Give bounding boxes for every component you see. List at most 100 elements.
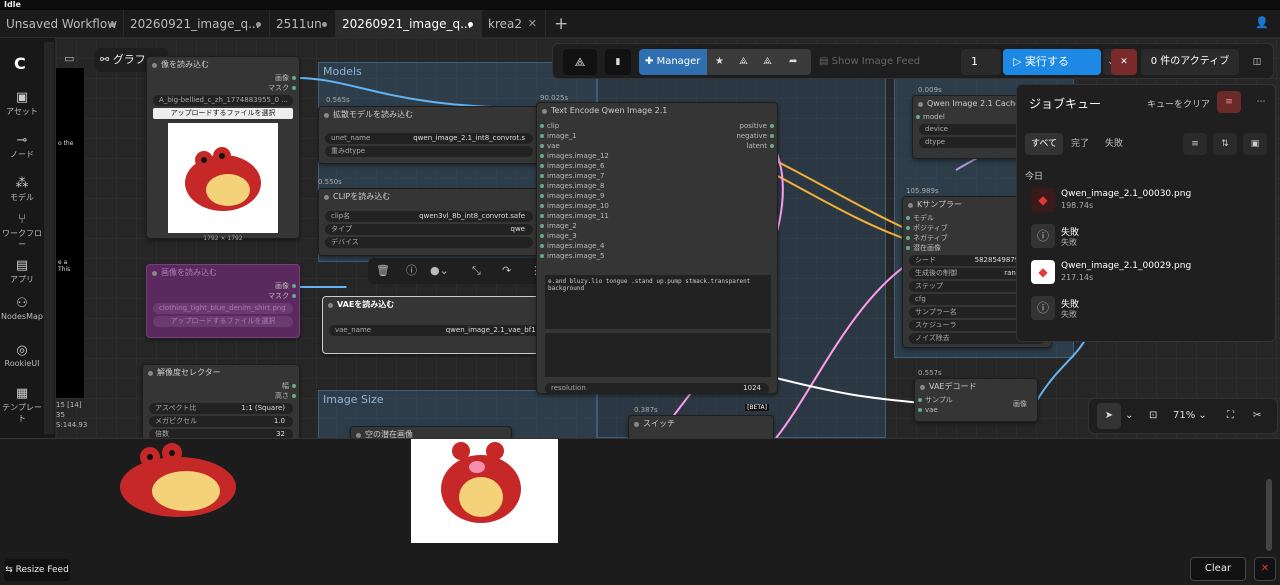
node-load-image-bypassed[interactable]: 画像を読み込む 画像 マスク clothing_tight_blue_denim…: [146, 264, 300, 338]
sidebar-item-nodesmap[interactable]: ⚇ NodesMap: [0, 296, 44, 321]
node-load-image[interactable]: 像を読み込む 画像 マスク A_big-bellied_c_zh_1774883…: [146, 56, 300, 242]
output-port-width[interactable]: 幅: [143, 381, 299, 391]
cancel-run-close-icon[interactable]: ✕: [1111, 49, 1137, 75]
pointer-icon[interactable]: ➤: [1097, 403, 1121, 429]
bookmark-icon[interactable]: ▮: [605, 49, 631, 75]
input-port-images-image-7[interactable]: images.image_7: [537, 171, 657, 181]
trash-icon[interactable]: 🗑: [376, 258, 390, 284]
link-visibility-icon[interactable]: ✂: [1253, 399, 1261, 433]
prompt-textarea-2[interactable]: [545, 333, 771, 377]
resize-feed-button[interactable]: ⇆ Resize Feed: [4, 559, 70, 581]
output-port-image[interactable]: 画像: [147, 73, 299, 83]
model-icon[interactable]: ⟁: [739, 49, 748, 75]
output-port-height[interactable]: 高さ: [143, 391, 299, 401]
user-icon[interactable]: 👤: [1255, 16, 1269, 30]
clip-type-widget[interactable]: タイプ qwe: [325, 224, 533, 235]
node-text-encode-qwen[interactable]: Text Encode Qwen Image 2.1 clip image_1 va…: [536, 102, 778, 394]
clip-name-widget[interactable]: clip名 qwen3vl_8b_int8_convrot.safe: [325, 211, 533, 222]
new-tab-plus-icon[interactable]: +: [554, 10, 568, 38]
tab-workflow-2[interactable]: 20260921_image_q...: [124, 10, 270, 38]
node-resolution-selector[interactable]: 解像度セレクター 幅 高さ アスペクト比 1:1 (Square) メガピクセル 1…: [142, 364, 300, 438]
image-file-select[interactable]: clothing_tight_blue_denim_shirt.png: [153, 303, 293, 314]
input-port-images-image-4[interactable]: images.image_4: [537, 241, 657, 251]
input-port-image-3[interactable]: image_3: [537, 231, 657, 241]
input-port-images-image-9[interactable]: images.image_9: [537, 191, 657, 201]
multiple-widget[interactable]: 倍数 32: [149, 429, 293, 438]
job-item[interactable]: ⓘ 失敗 失敗: [1031, 293, 1261, 325]
input-port-images-image-6[interactable]: images.image_6: [537, 161, 657, 171]
megapixel-widget[interactable]: メガピクセル 1.0: [149, 416, 293, 427]
resolution-widget[interactable]: resolution 1024: [545, 383, 769, 394]
manager-button[interactable]: ✚ Manager: [639, 49, 707, 75]
zoom-level[interactable]: 71% ⌄: [1173, 399, 1207, 433]
fit-view-icon[interactable]: ⊡: [1149, 399, 1157, 433]
feed-scrollbar[interactable]: [1266, 479, 1272, 551]
more-horizontal-icon[interactable]: ⋯: [1253, 91, 1269, 113]
clear-queue-button[interactable]: キューをクリア: [1147, 97, 1210, 110]
input-port-clip[interactable]: clip: [537, 121, 657, 131]
info-icon[interactable]: ⓘ: [406, 258, 417, 284]
tab-failed[interactable]: 失敗: [1105, 133, 1123, 155]
clear-queue-icon[interactable]: ≡: [1217, 91, 1241, 113]
filter-icon[interactable]: ≡: [1183, 133, 1207, 155]
node-vae-decode[interactable]: VAEデコード サンプル vae 画像: [914, 378, 1038, 422]
tab-completed[interactable]: 完了: [1071, 133, 1089, 155]
sidebar-scrollbar[interactable]: [44, 42, 54, 434]
redo-icon[interactable]: ↷: [502, 258, 511, 284]
close-feed-close-icon[interactable]: ✕: [1254, 557, 1276, 581]
output-port-latent[interactable]: latent: [677, 141, 777, 151]
close-icon[interactable]: ✕: [528, 10, 537, 38]
sidebar-item-apps[interactable]: ▤ アプリ: [0, 258, 44, 285]
sidebar-item-templates[interactable]: ▦ テンプレート: [0, 386, 44, 424]
input-port-image-2[interactable]: image_2: [537, 221, 657, 231]
comfy-logo-icon[interactable]: ⟁: [563, 49, 597, 75]
tab-2511un[interactable]: 2511un: [270, 10, 336, 38]
minimap-icon[interactable]: ⛶: [1227, 399, 1234, 433]
sidebar-item-rookieui[interactable]: ◎ RookieUI: [0, 343, 44, 368]
sort-icon[interactable]: ⇅: [1213, 133, 1237, 155]
node-load-diffusion-model[interactable]: 拡散モデルを読み込む unet_name qwen_image_2.1_int8_…: [318, 106, 540, 164]
node-load-clip[interactable]: CLIPを読み込む clip名 qwen3vl_8b_int8_convrot.s…: [318, 188, 540, 256]
node-empty-latent[interactable]: 空の潜在画像: [350, 426, 512, 438]
aspect-ratio-widget[interactable]: アスペクト比 1:1 (Square): [149, 403, 293, 414]
output-port-positive[interactable]: positive: [677, 121, 777, 131]
clip-device-widget[interactable]: デバイス: [325, 237, 533, 248]
node-switch[interactable]: スイッチ [BETA]: [628, 404, 774, 438]
feed-image-frog-2[interactable]: [411, 439, 558, 543]
tab-krea2[interactable]: krea2 ✕: [482, 10, 546, 38]
sidebar-item-nodes[interactable]: ⊸ ノード: [0, 133, 44, 160]
unet-name-widget[interactable]: unet_name qwen_image_2.1_int8_convrot.s: [325, 133, 533, 144]
color-picker-icon[interactable]: ●⌄: [430, 258, 449, 284]
input-port-vae[interactable]: vae: [537, 141, 657, 151]
job-item[interactable]: ⓘ 失敗 失敗: [1031, 221, 1261, 253]
feed-image-frog-1[interactable]: [110, 443, 246, 523]
run-button[interactable]: ▷ 実行する: [1003, 49, 1101, 75]
gallery-icon[interactable]: ▣: [1243, 133, 1267, 155]
clear-feed-button[interactable]: Clear: [1190, 557, 1246, 581]
weight-dtype-widget[interactable]: 重みdtype: [325, 146, 533, 157]
sidebar-item-assets[interactable]: ▣ アセット: [0, 90, 44, 117]
share-icon[interactable]: ➦: [789, 49, 797, 75]
prompt-textarea[interactable]: e.and bluzy.lio tongue .stand up.pump st…: [545, 275, 771, 329]
output-port-mask[interactable]: マスク: [147, 291, 299, 301]
queue-count-stepper[interactable]: 1: [961, 49, 1001, 75]
input-port-images-image-8[interactable]: images.image_8: [537, 181, 657, 191]
tab-all[interactable]: すべて: [1025, 133, 1063, 155]
job-item[interactable]: ◆ Qwen_image_2.1_00030.png 198.74s: [1031, 185, 1261, 217]
sidebar-item-models[interactable]: ⁂ モデル: [0, 176, 44, 203]
output-port-image[interactable]: 画像: [1013, 399, 1027, 409]
output-port-mask[interactable]: マスク: [147, 83, 299, 93]
input-port-images-image-5[interactable]: images.image_5: [537, 251, 657, 261]
input-port-image-1[interactable]: image_1: [537, 131, 657, 141]
output-port-negative[interactable]: negative: [677, 131, 777, 141]
input-port-images-image-11[interactable]: images.image_11: [537, 211, 657, 221]
input-port-images-image-12[interactable]: images.image_12: [537, 151, 657, 161]
tab-active-workflow[interactable]: 20260921_image_q...: [336, 10, 482, 38]
tab-unsaved-workflow[interactable]: Unsaved Workflow: [0, 10, 124, 38]
input-port-images-image-10[interactable]: images.image_10: [537, 201, 657, 211]
show-image-feed-toggle[interactable]: ▤ Show Image Feed: [819, 49, 943, 75]
collapse-icon[interactable]: ⤡: [472, 258, 481, 284]
job-item[interactable]: ◆ Qwen_image_2.1_00029.png 217.14s: [1031, 257, 1261, 289]
output-port-image[interactable]: 画像: [147, 281, 299, 291]
upload-button[interactable]: アップロードするファイルを選択: [153, 108, 293, 119]
